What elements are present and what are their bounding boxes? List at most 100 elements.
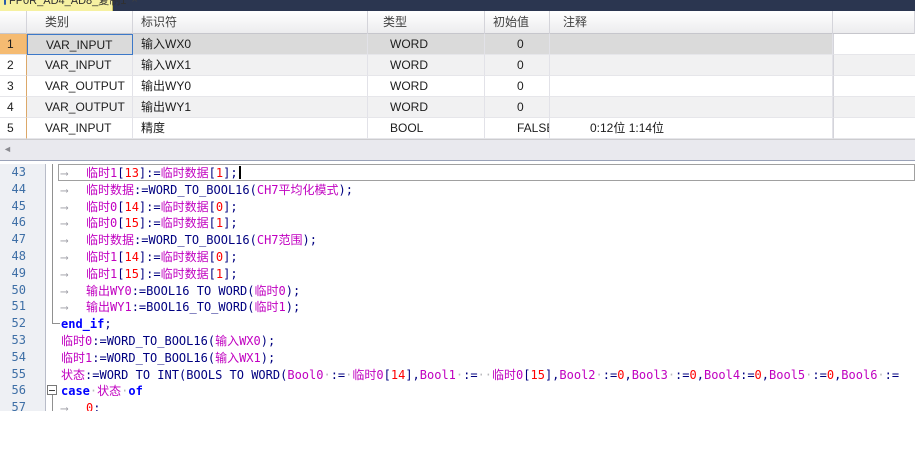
code-text[interactable]: 状态:=WORD_TO_INT(BOOLS_TO_WORD(Bool0·:=·临…	[58, 366, 915, 383]
token-identifier: 输入WX0	[215, 334, 261, 348]
code-text[interactable]: 临时0:=WORD_TO_BOOL16(输入WX0);	[58, 332, 915, 349]
fold-collapse-icon[interactable]	[47, 385, 57, 395]
table-row[interactable]: 5VAR_INPUT精度BOOLFALSE0:12位 1:14位	[0, 118, 915, 139]
code-line[interactable]: 45⟶临时0[14]:=临时数据[0];	[0, 198, 915, 215]
token-identifier: Bool2	[559, 368, 595, 382]
cell-comment[interactable]	[550, 55, 833, 76]
fold-tree-line	[52, 298, 53, 315]
tab-close-icon[interactable]: ×	[131, 0, 137, 6]
token-punctuation: );	[286, 284, 300, 298]
table-row[interactable]: 3VAR_OUTPUT输出WY0WORD0	[0, 76, 915, 97]
cell-identifier[interactable]: 输出WY0	[133, 76, 368, 97]
cell-category[interactable]: VAR_OUTPUT	[27, 76, 133, 97]
table-row[interactable]: 1VAR_INPUT输入WX0WORD0	[0, 34, 915, 55]
cell-comment[interactable]	[550, 97, 833, 118]
code-text[interactable]: end_if;	[58, 315, 915, 332]
fold-margin	[46, 399, 60, 411]
code-text[interactable]: ⟶临时1[15]:=临时数据[1];	[58, 265, 915, 282]
code-line[interactable]: 46⟶临时0[15]:=临时数据[1];	[0, 214, 915, 231]
code-text[interactable]: ⟶输出WY1:=BOOL16_TO_WORD(临时1);	[58, 298, 915, 315]
code-line[interactable]: 55状态:=WORD_TO_INT(BOOLS_TO_WORD(Bool0·:=…	[0, 366, 915, 383]
column-header-identifier[interactable]: 标识符	[133, 11, 368, 34]
cell-category[interactable]: VAR_INPUT	[27, 55, 133, 76]
row-number-cell[interactable]: 4	[0, 97, 27, 118]
code-text[interactable]: ⟶0:	[58, 399, 915, 411]
cell-type[interactable]: BOOL	[368, 118, 485, 139]
token-identifier: Bool6	[841, 368, 877, 382]
token-identifier: 临时0	[352, 368, 383, 382]
code-text[interactable]: ⟶临时1[13]:=临时数据[1];	[58, 164, 915, 181]
token-identifier: 临时数据	[161, 267, 209, 281]
cell-comment[interactable]	[550, 76, 833, 97]
code-line[interactable]: 54临时1:=WORD_TO_BOOL16(输入WX1);	[0, 349, 915, 366]
cell-identifier[interactable]: 输入WX1	[133, 55, 368, 76]
tab-arrow-icon: ⟶	[61, 267, 86, 282]
token-punctuation: :=	[92, 351, 106, 365]
table-row[interactable]: 2VAR_INPUT输入WX1WORD0	[0, 55, 915, 76]
token-function: BOOL16_TO_WORD	[146, 284, 247, 298]
token-punctuation: (	[247, 300, 254, 314]
column-header-comment[interactable]: 注释	[550, 11, 833, 34]
token-punctuation: (	[250, 183, 257, 197]
column-header-initial-value[interactable]: 初始值	[485, 11, 550, 34]
column-header-type[interactable]: 类型	[368, 11, 485, 34]
token-identifier: Bool1	[420, 368, 456, 382]
cell-initial-value[interactable]: 0	[485, 97, 550, 118]
token-punctuation: ]:=	[139, 250, 161, 264]
code-line[interactable]: 51 ⟶输出WY1:=BOOL16_TO_WORD(临时1);	[0, 298, 915, 315]
code-text[interactable]: ⟶临时0[14]:=临时数据[0];	[58, 198, 915, 215]
token-number: 15	[531, 368, 545, 382]
cell-comment[interactable]	[550, 34, 833, 55]
cell-initial-value[interactable]: FALSE	[485, 118, 550, 139]
cell-identifier[interactable]: 输出WY1	[133, 97, 368, 118]
st-code-editor[interactable]: 43⟶临时1[13]:=临时数据[1];44⟶临时数据:=WORD_TO_BOO…	[0, 161, 915, 411]
cell-category[interactable]: VAR_INPUT	[27, 34, 133, 55]
token-punctuation: ];	[223, 200, 237, 214]
code-text[interactable]: ⟶输出WY0:=BOOL16_TO_WORD(临时0);	[58, 282, 915, 299]
row-number-cell[interactable]: 5	[0, 118, 27, 139]
table-horizontal-scrollbar[interactable]: ◄	[0, 139, 915, 161]
cell-initial-value[interactable]: 0	[485, 34, 550, 55]
code-text[interactable]: 临时1:=WORD_TO_BOOL16(输入WX1);	[58, 349, 915, 366]
cell-type[interactable]: WORD	[368, 76, 485, 97]
code-line[interactable]: 57⟶0:	[0, 399, 915, 411]
code-text[interactable]: ⟶临时数据:=WORD_TO_BOOL16(CH7范围);	[58, 231, 915, 248]
code-line[interactable]: 52end_if;	[0, 315, 915, 332]
code-line[interactable]: 43⟶临时1[13]:=临时数据[1];	[0, 164, 915, 181]
cell-type[interactable]: WORD	[368, 97, 485, 118]
row-number-cell[interactable]: 3	[0, 76, 27, 97]
token-number: 0	[216, 200, 223, 214]
whitespace-dot: ··	[478, 368, 492, 382]
token-identifier: 临时1	[86, 166, 117, 180]
code-line[interactable]: 56case·状态·of	[0, 382, 915, 399]
table-row[interactable]: 4VAR_OUTPUT输出WY1WORD0	[0, 97, 915, 118]
token-punctuation: [	[209, 267, 216, 281]
code-text[interactable]: ⟶临时0[15]:=临时数据[1];	[58, 214, 915, 231]
cell-initial-value[interactable]: 0	[485, 76, 550, 97]
cell-comment[interactable]: 0:12位 1:14位	[550, 118, 833, 139]
row-number-cell[interactable]: 2	[0, 55, 27, 76]
code-line[interactable]: 47⟶临时数据:=WORD_TO_BOOL16(CH7范围);	[0, 231, 915, 248]
cell-category[interactable]: VAR_OUTPUT	[27, 97, 133, 118]
code-line[interactable]: 44⟶临时数据:=WORD_TO_BOOL16(CH7平均化模式);	[0, 181, 915, 198]
tab-fp0r-ad4-ad8[interactable]: FP0R_AD4_AD8_复制1 ×	[0, 0, 113, 11]
token-punctuation: :=	[134, 233, 148, 247]
cell-type[interactable]: WORD	[368, 55, 485, 76]
row-number-cell[interactable]: 1	[0, 34, 27, 55]
code-line[interactable]: 48⟶临时1[14]:=临时数据[0];	[0, 248, 915, 265]
cell-type[interactable]: WORD	[368, 34, 485, 55]
line-number: 51	[0, 298, 46, 315]
scroll-left-arrow-icon[interactable]: ◄	[3, 144, 12, 154]
code-text[interactable]: ⟶临时数据:=WORD_TO_BOOL16(CH7平均化模式);	[58, 181, 915, 198]
code-line[interactable]: 50⟶输出WY0:=BOOL16_TO_WORD(临时0);	[0, 282, 915, 299]
token-identifier: 输出WY0	[86, 284, 132, 298]
cell-initial-value[interactable]: 0	[485, 55, 550, 76]
cell-category[interactable]: VAR_INPUT	[27, 118, 133, 139]
code-text[interactable]: case·状态·of	[58, 382, 915, 399]
code-text[interactable]: ⟶临时1[14]:=临时数据[0];	[58, 248, 915, 265]
code-line[interactable]: 53临时0:=WORD_TO_BOOL16(输入WX0);	[0, 332, 915, 349]
code-line[interactable]: 49⟶临时1[15]:=临时数据[1];	[0, 265, 915, 282]
column-header-category[interactable]: 类别	[27, 11, 133, 34]
cell-identifier[interactable]: 输入WX0	[133, 34, 368, 55]
cell-identifier[interactable]: 精度	[133, 118, 368, 139]
